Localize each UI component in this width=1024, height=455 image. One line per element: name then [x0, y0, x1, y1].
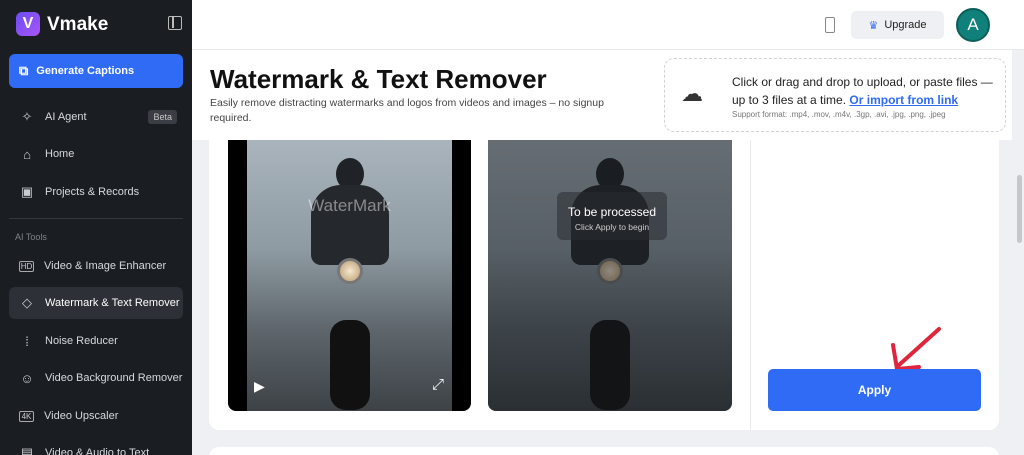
sidebar: V Vmake ⧉ Generate Captions ✧ AI Agent B… [0, 0, 192, 455]
brand-name: Vmake [47, 14, 109, 35]
eraser-icon: ◇ [22, 295, 32, 310]
sidebar-item-label: Home [45, 148, 75, 160]
hd-icon: HD [19, 260, 34, 272]
supported-formats: Support format: .mp4, .mov, .m4v, .3gp, … [732, 110, 946, 119]
processing-title: To be processed [567, 205, 657, 219]
sidebar-item-enhancer[interactable]: HD Video & Image Enhancer [9, 250, 183, 282]
mobile-icon[interactable] [825, 17, 835, 33]
beta-badge: Beta [148, 110, 177, 124]
processed-video-preview [488, 140, 732, 411]
next-card [209, 447, 999, 455]
front-tire [329, 320, 370, 410]
sidebar-item-label: Noise Reducer [45, 335, 118, 347]
play-icon[interactable]: ▶ [254, 378, 265, 395]
cloud-upload-icon: ☁︎ [681, 81, 703, 106]
sidebar-item-upscaler[interactable]: 4K Video Upscaler [9, 400, 183, 432]
processing-status: To be processed Click Apply to begin [557, 192, 667, 240]
crown-icon: ♛ [868, 19, 879, 32]
captions-icon: ⧉ [19, 63, 29, 78]
sidebar-item-noise-reducer[interactable]: ⁞ Noise Reducer [9, 325, 183, 357]
person-icon: ☺ [20, 370, 34, 386]
sidebar-item-home[interactable]: ⌂ Home [9, 138, 183, 170]
generate-captions-button[interactable]: ⧉ Generate Captions [9, 54, 183, 88]
sidebar-item-projects[interactable]: ▣ Projects & Records [9, 176, 183, 208]
scrollbar[interactable] [1017, 175, 1022, 243]
sidebar-item-audio-to-text[interactable]: ▤ Video & Audio to Text [9, 437, 183, 455]
video-frame: WaterMark [247, 140, 452, 411]
sidebar-toggle-icon[interactable] [168, 16, 182, 30]
upload-instructions: Click or drag and drop to upload, or pas… [732, 73, 997, 109]
folder-icon: ▣ [20, 184, 34, 199]
card-divider [750, 140, 751, 430]
import-link[interactable]: Or import from link [849, 93, 958, 107]
section-title-ai-tools: AI Tools [15, 232, 47, 242]
upload-dropzone[interactable]: ☁︎ Click or drag and drop to upload, or … [664, 58, 1006, 132]
sidebar-item-label: Video & Image Enhancer [44, 260, 167, 272]
sparkle-icon: ✧ [21, 109, 33, 124]
vmake-logo[interactable]: V [16, 12, 40, 36]
sidebar-item-label: Projects & Records [45, 186, 140, 198]
sidebar-item-watermark-remover[interactable]: ◇ Watermark & Text Remover [9, 287, 183, 319]
home-icon: ⌂ [23, 146, 31, 162]
sidebar-item-label: Watermark & Text Remover [45, 297, 180, 309]
red-arrow-annotation [891, 327, 941, 371]
generate-captions-label: Generate Captions [36, 65, 135, 77]
page-title: Watermark & Text Remover [210, 64, 547, 94]
preview-dim-overlay [488, 140, 732, 411]
4k-icon: 4K [19, 410, 34, 422]
original-video-preview[interactable]: WaterMark ▶ ⤢ [228, 140, 471, 411]
fullscreen-icon[interactable]: ⤢ [432, 376, 444, 393]
avatar[interactable]: A [956, 8, 990, 42]
headlight [336, 258, 363, 284]
sidebar-item-background-remover[interactable]: ☺ Video Background Remover [9, 362, 183, 394]
upgrade-button[interactable]: ♛ Upgrade [851, 11, 944, 39]
sidebar-item-ai-agent[interactable]: ✧ AI Agent Beta [9, 101, 183, 133]
sidebar-item-label: Video Upscaler [44, 410, 119, 422]
page-description: Easily remove distracting watermarks and… [210, 97, 604, 124]
upgrade-label: Upgrade [884, 19, 927, 31]
processing-hint: Click Apply to begin [574, 222, 650, 232]
sidebar-divider [9, 218, 183, 219]
sidebar-item-label: Video & Audio to Text [45, 447, 150, 455]
sidebar-item-label: Video Background Remover [45, 372, 183, 384]
text-icon: ▤ [20, 445, 34, 455]
apply-button[interactable]: Apply [768, 369, 981, 411]
watermark-overlay: WaterMark [308, 196, 391, 215]
noise-icon: ⁞ [25, 333, 29, 349]
sidebar-item-label: AI Agent [45, 111, 87, 123]
